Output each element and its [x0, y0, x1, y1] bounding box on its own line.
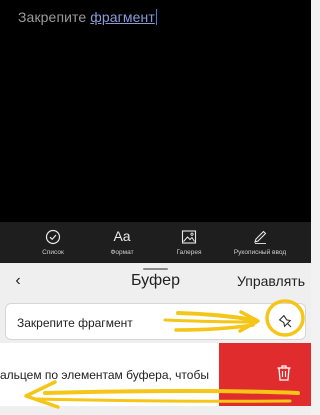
delete-button[interactable] [219, 343, 311, 406]
pin-icon[interactable] [276, 312, 296, 332]
swiped-item-content: альцем по элементам буфера, чтобы [0, 343, 219, 406]
format-toolbar: Список Aa Формат Галерея Рукописный ввод [0, 222, 311, 263]
panel-grabber[interactable] [143, 268, 168, 270]
format-icon: Aa [113, 228, 131, 244]
check-circle-icon [45, 229, 61, 245]
gallery-button[interactable]: Галерея [167, 222, 211, 263]
format-label: Формат [110, 249, 134, 256]
clipboard-item-swiped[interactable]: альцем по элементам буфера, чтобы [0, 343, 311, 406]
list-button[interactable]: Список [30, 222, 76, 263]
editor-text-underlined: фрагмент [90, 9, 155, 25]
list-label: Список [42, 249, 64, 256]
format-button[interactable]: Aa Формат [100, 222, 144, 263]
gallery-label: Галерея [176, 249, 202, 256]
clipboard-item-text: Закрепите фрагмент [17, 316, 133, 330]
gallery-icon [181, 230, 197, 244]
editor-text[interactable]: Закрепите фрагмент [18, 9, 157, 25]
handwriting-label: Рукописный ввод [233, 249, 287, 256]
manage-button[interactable]: Управлять [237, 273, 305, 289]
clipboard-item-text: альцем по элементам буфера, чтобы [0, 368, 209, 382]
trash-icon [277, 365, 291, 381]
clipboard-item[interactable]: Закрепите фрагмент [5, 303, 306, 340]
editor-text-plain: Закрепите [18, 9, 91, 25]
text-caret [155, 9, 157, 25]
handwriting-button[interactable]: Рукописный ввод [222, 222, 298, 263]
pen-icon [254, 230, 267, 244]
note-editor[interactable]: Закрепите фрагмент [0, 0, 311, 222]
